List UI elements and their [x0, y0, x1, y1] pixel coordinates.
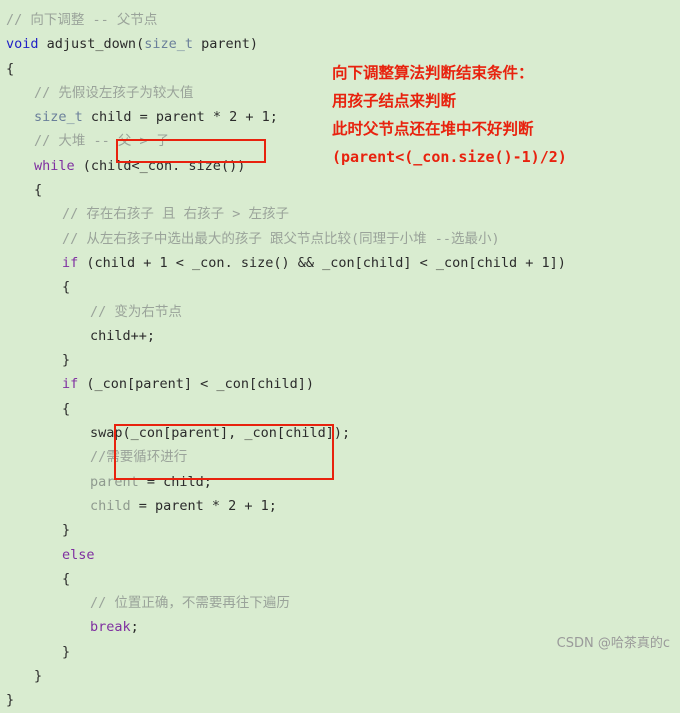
code-line: { [6, 275, 680, 299]
code-line: if (_con[parent] < _con[child]) [6, 372, 680, 396]
code-token: { [62, 570, 71, 587]
code-token: } [6, 692, 15, 709]
code-token: } [62, 643, 71, 660]
annotation-line: (parent<(_con.size()-1)/2) [332, 148, 567, 166]
code-token: if [62, 376, 79, 393]
code-token: void [6, 36, 39, 53]
code-token: // 变为右节点 [90, 303, 182, 320]
code-token: adjust_down [46, 36, 137, 53]
code-line: // 向下调整 -- 父节点 [6, 8, 680, 32]
code-line: } [6, 688, 680, 712]
red-annotation-note: 向下调整算法判断结束条件： 用孩子结点来判断此时父节点还在堆中不好判断 (paren… [332, 59, 567, 171]
code-token: ( [136, 36, 145, 53]
code-token: { [34, 182, 43, 199]
code-token: // 大堆 -- 父 > 子 [34, 133, 170, 150]
code-token: { [62, 279, 71, 296]
code-line: } [6, 518, 680, 542]
code-line: child++; [6, 324, 680, 348]
code-token: } [62, 352, 71, 369]
code-line: else [6, 543, 680, 567]
code-token: // 位置正确，不需要再往下遍历 [90, 595, 290, 612]
code-token: } [62, 522, 71, 539]
code-token: child++; [90, 327, 156, 344]
code-token: = parent * 2 + 1; [130, 497, 277, 514]
code-token: (_con[parent] < _con[child]) [78, 376, 314, 393]
code-token: break [90, 619, 131, 636]
code-line: // 从左右孩子中选出最大的孩子 跟父节点比较(同理于小堆 --选最小) [6, 227, 680, 251]
code-line: parent = child; [6, 470, 680, 494]
code-token: { [6, 60, 15, 77]
code-token: if [62, 254, 79, 271]
code-token: { [62, 400, 71, 417]
code-token: parent) [192, 36, 259, 53]
code-token: parent [90, 473, 139, 490]
code-line: void adjust_down(size_t parent) [6, 32, 680, 56]
code-line: // 位置正确，不需要再往下遍历 [6, 591, 680, 615]
code-line: { [6, 397, 680, 421]
code-token: // 向下调整 -- 父节点 [6, 12, 158, 28]
annotation-line: 用孩子结点来判断 [332, 92, 457, 110]
code-token: //需要循环进行 [90, 449, 188, 466]
code-token: } [34, 668, 43, 685]
code-line: { [6, 567, 680, 591]
code-token: // 从左右孩子中选出最大的孩子 跟父节点比较(同理于小堆 --选最小) [62, 230, 500, 247]
code-token: size_t [34, 109, 83, 126]
code-line: if (child + 1 < _con. size() && _con[chi… [6, 251, 680, 275]
code-token: (child + 1 < _con. size() && _con[child]… [78, 254, 566, 271]
code-token: child = parent * 2 + 1; [82, 109, 278, 126]
code-token: swap(_con[parent], _con[child]); [90, 425, 351, 442]
code-token: (child<_con. size()) [74, 157, 246, 174]
annotation-line: 此时父节点还在堆中不好判断 [332, 120, 534, 138]
code-token: = child; [138, 473, 212, 490]
code-token: else [62, 546, 95, 563]
code-token: // 存在右孩子 且 右孩子 > 左孩子 [62, 206, 290, 223]
code-line: } [6, 664, 680, 688]
csdn-watermark: CSDN @哈茶真的c [556, 636, 670, 651]
annotation-line: 向下调整算法判断结束条件： [332, 64, 534, 82]
code-line: } [6, 348, 680, 372]
code-line: child = parent * 2 + 1; [6, 494, 680, 518]
code-line: // 存在右孩子 且 右孩子 > 左孩子 [6, 202, 680, 226]
code-token: size_t [144, 36, 193, 53]
code-token: while [34, 157, 75, 174]
code-line: //需要循环进行 [6, 445, 680, 469]
code-line: { [6, 178, 680, 202]
code-token: child [90, 497, 131, 514]
code-token: // 先假设左孩子为较大值 [34, 84, 194, 101]
code-line: swap(_con[parent], _con[child]); [6, 421, 680, 445]
code-token: ; [130, 619, 139, 636]
code-line: // 变为右节点 [6, 300, 680, 324]
